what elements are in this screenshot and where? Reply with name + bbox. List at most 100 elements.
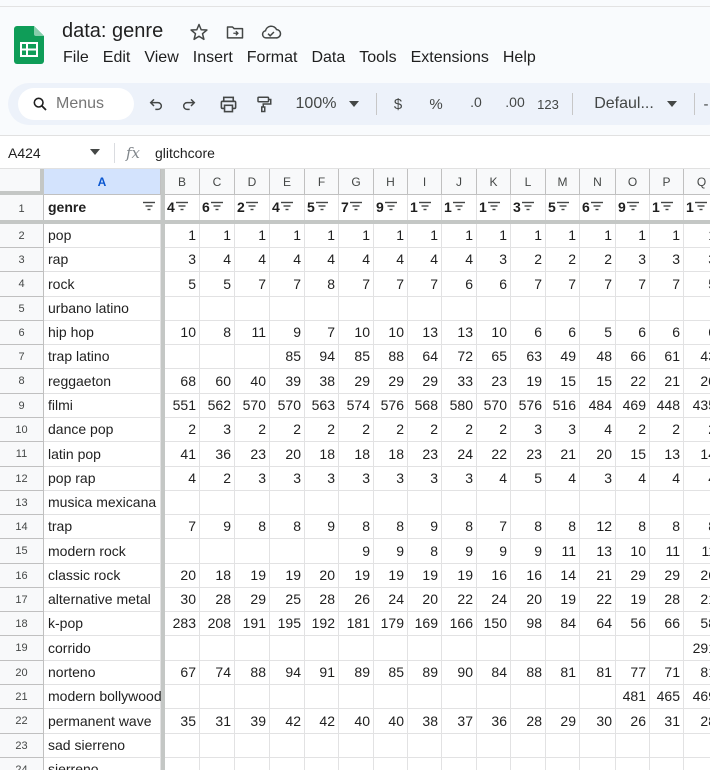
- value-cell[interactable]: 18: [339, 442, 374, 467]
- value-cell[interactable]: 85: [374, 661, 408, 685]
- value-cell[interactable]: 3: [511, 418, 546, 442]
- value-cell[interactable]: 1: [200, 224, 235, 248]
- row-header-9[interactable]: 9: [0, 394, 44, 418]
- menu-data[interactable]: Data: [304, 49, 352, 67]
- row-header-17[interactable]: 17: [0, 588, 44, 612]
- genre-cell[interactable]: sierreno: [44, 758, 161, 770]
- value-cell[interactable]: 16: [477, 564, 511, 588]
- value-cell[interactable]: 8: [650, 515, 684, 539]
- value-cell[interactable]: 9: [442, 539, 477, 564]
- value-cell[interactable]: 2: [477, 418, 511, 442]
- value-cell[interactable]: 10: [616, 539, 650, 564]
- value-cell[interactable]: 13: [650, 442, 684, 467]
- value-cell[interactable]: 29: [374, 369, 408, 394]
- value-cell[interactable]: 1: [546, 224, 580, 248]
- value-cell[interactable]: [270, 685, 305, 709]
- value-cell[interactable]: 4: [580, 418, 616, 442]
- value-cell[interactable]: 8: [374, 515, 408, 539]
- value-cell[interactable]: 19: [442, 564, 477, 588]
- row-header-12[interactable]: 12: [0, 467, 44, 491]
- value-cell[interactable]: 64: [408, 345, 442, 369]
- value-cell[interactable]: 3: [339, 467, 374, 491]
- value-cell[interactable]: 15: [580, 369, 616, 394]
- value-cell[interactable]: 22: [477, 442, 511, 467]
- value-cell[interactable]: 20: [511, 588, 546, 612]
- value-cell[interactable]: 2: [235, 418, 270, 442]
- value-cell[interactable]: 1: [684, 224, 710, 248]
- redo-icon[interactable]: [179, 93, 199, 115]
- zoom-chevron-down-icon[interactable]: [346, 93, 362, 115]
- filter-icon[interactable]: [281, 201, 293, 211]
- value-cell[interactable]: 3: [546, 418, 580, 442]
- value-cell[interactable]: 42: [270, 709, 305, 734]
- value-cell[interactable]: 40: [339, 709, 374, 734]
- value-cell[interactable]: [580, 758, 616, 770]
- value-cell[interactable]: 29: [546, 709, 580, 734]
- value-cell[interactable]: 6: [477, 272, 511, 297]
- value-cell[interactable]: [235, 345, 270, 369]
- value-cell[interactable]: 8: [339, 515, 374, 539]
- filter-icon[interactable]: [419, 201, 431, 211]
- row-header-6[interactable]: 6: [0, 321, 44, 345]
- value-cell[interactable]: [339, 685, 374, 709]
- value-cell[interactable]: 63: [511, 345, 546, 369]
- value-cell[interactable]: [270, 491, 305, 515]
- value-cell[interactable]: 568: [408, 394, 442, 418]
- filter-icon[interactable]: [350, 201, 362, 211]
- column-header-i[interactable]: I: [408, 169, 442, 195]
- filter-icon[interactable]: [557, 201, 569, 211]
- value-cell[interactable]: 38: [305, 369, 339, 394]
- genre-cell[interactable]: permanent wave: [44, 709, 161, 734]
- value-cell[interactable]: 195: [270, 612, 305, 636]
- column-header-l[interactable]: L: [511, 169, 546, 195]
- value-cell[interactable]: [200, 685, 235, 709]
- value-cell[interactable]: 98: [511, 612, 546, 636]
- value-cell[interactable]: 484: [580, 394, 616, 418]
- value-cell[interactable]: 570: [477, 394, 511, 418]
- value-cell[interactable]: 20: [580, 442, 616, 467]
- filter-icon[interactable]: [176, 201, 188, 211]
- value-cell[interactable]: 29: [408, 369, 442, 394]
- value-cell[interactable]: [305, 539, 339, 564]
- value-cell[interactable]: 4: [270, 248, 305, 272]
- value-cell[interactable]: 10: [477, 321, 511, 345]
- paint-format-icon[interactable]: [253, 93, 275, 115]
- value-cell[interactable]: 8: [442, 515, 477, 539]
- value-cell[interactable]: [580, 297, 616, 321]
- value-cell[interactable]: 26: [339, 588, 374, 612]
- value-cell[interactable]: 179: [374, 612, 408, 636]
- value-cell[interactable]: [200, 491, 235, 515]
- spreadsheet-grid[interactable]: A B C D E F G H I J K L M N O P Q 1 2 3 4 5 6 7 8 9 10 11 12 13 14 15 16…: [0, 169, 710, 770]
- value-cell[interactable]: 19: [339, 564, 374, 588]
- value-cell[interactable]: 30: [165, 588, 200, 612]
- value-cell[interactable]: 3: [165, 248, 200, 272]
- value-cell[interactable]: 66: [650, 612, 684, 636]
- value-cell[interactable]: 31: [200, 709, 235, 734]
- value-cell[interactable]: [442, 685, 477, 709]
- value-cell[interactable]: 3: [477, 248, 511, 272]
- value-cell[interactable]: 7: [165, 515, 200, 539]
- value-cell[interactable]: [408, 297, 442, 321]
- value-cell[interactable]: 67: [165, 661, 200, 685]
- value-cell[interactable]: [546, 491, 580, 515]
- value-cell[interactable]: [408, 734, 442, 758]
- value-cell[interactable]: 9: [477, 539, 511, 564]
- value-cell[interactable]: 4: [339, 248, 374, 272]
- value-cell[interactable]: 28: [305, 588, 339, 612]
- value-cell[interactable]: 5: [200, 272, 235, 297]
- value-cell[interactable]: 19: [408, 564, 442, 588]
- row-header-23[interactable]: 23: [0, 734, 44, 758]
- value-cell[interactable]: [442, 758, 477, 770]
- value-cell[interactable]: [270, 297, 305, 321]
- value-cell[interactable]: 1: [408, 224, 442, 248]
- value-cell[interactable]: 8: [235, 515, 270, 539]
- value-cell[interactable]: [442, 636, 477, 661]
- value-cell[interactable]: 469: [684, 685, 710, 709]
- value-cell[interactable]: 14: [546, 564, 580, 588]
- filter-icon[interactable]: [211, 201, 223, 211]
- value-cell[interactable]: [374, 734, 408, 758]
- column-header-d[interactable]: D: [235, 169, 270, 195]
- value-cell[interactable]: [511, 758, 546, 770]
- value-cell[interactable]: 9: [339, 539, 374, 564]
- star-icon[interactable]: [188, 21, 210, 43]
